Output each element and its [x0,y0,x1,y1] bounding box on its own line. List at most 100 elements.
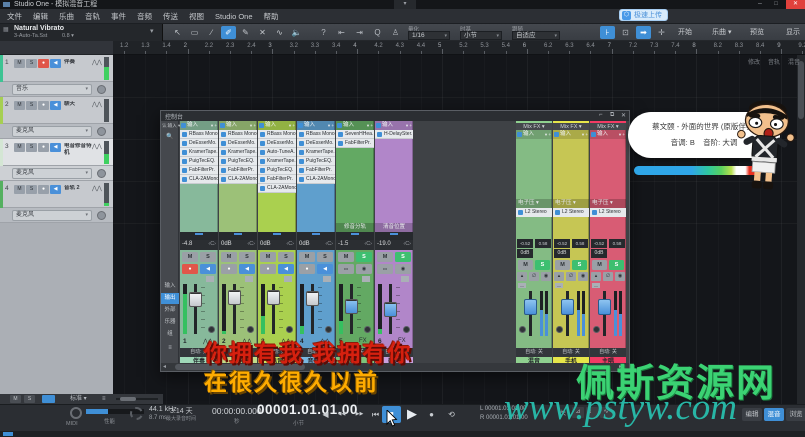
menu-item-视图[interactable]: 视图 [189,11,204,22]
console-filter[interactable]: 认:输入 ▾ [162,123,180,129]
insert-plugin[interactable]: DeEsserMo. [219,139,257,148]
channel-mute-button[interactable]: M [518,260,533,270]
insert-plugin[interactable]: DeEsserMo. [180,139,218,148]
time-display[interactable]: 00:00:00.000 [212,406,262,416]
insert-plugin[interactable]: DeEsserMo. [297,139,335,148]
insert-add-icon[interactable]: ▾ + [582,130,588,139]
channel-mute-button[interactable]: M [592,260,607,270]
insert-plugin[interactable]: FabFilterPr. [180,166,218,175]
menu-item-帮助[interactable]: 帮助 [264,11,279,22]
marker-toggle[interactable]: ✛ [654,26,669,39]
fx-link-icon[interactable]: ⚏ [377,264,393,274]
insert-plugin[interactable]: KramerTape. [297,148,335,157]
upload-badge[interactable]: ⬡ 极速上传 [619,9,668,21]
maximize-button[interactable]: □ [768,0,784,9]
channel-solo-button[interactable]: S [572,260,587,270]
channel-monitor-button[interactable]: ◀ [239,264,255,274]
bank-menu-icon[interactable]: ≡ [161,343,179,354]
fx-target-icon[interactable]: ◉ [395,264,411,274]
split-tool[interactable]: ∕ [204,26,219,39]
field-量化[interactable]: 1/16 ▾ [408,31,450,40]
follow-toggle[interactable]: ➡ [636,26,651,39]
pan-control[interactable]: ‹C› [403,241,411,247]
bank-组[interactable]: 组 [161,329,179,340]
channel-mute-button[interactable]: M [182,252,198,262]
fader-cap[interactable] [189,292,202,307]
insert-header[interactable]: 输入 ▾ + [297,121,335,130]
track-row[interactable]: 4 M S ● ◀ 音轨 2 ⋀⋀ [0,181,113,208]
volume-db-row[interactable]: -19.0 ‹C› [375,240,413,250]
track-height-mode[interactable]: 标准 ▾ [70,395,87,403]
meter-mode-icon[interactable]: ◉ [615,272,625,281]
mono-icon[interactable]: ▴ [591,272,601,281]
track-gain-knob-icon[interactable] [97,169,106,178]
insert-plugin[interactable]: FabFilterPr. [297,166,335,175]
range-tool[interactable]: ▭ [187,26,202,39]
insert-plugin[interactable]: PuigTecEQ. [219,157,257,166]
fader-cap[interactable] [561,299,574,315]
field-时基[interactable]: 小节 ▾ [460,31,502,40]
pan-control[interactable]: ‹C› [208,241,216,247]
listen-tool[interactable]: 🔈 [289,26,304,39]
insert-plugin[interactable]: KramerTape. [258,157,296,166]
field-dropdown-icon[interactable]: ▾ [554,32,557,40]
track-mute-button[interactable]: M [14,143,25,152]
insert-add-icon[interactable]: ▾ + [211,121,217,130]
edit-panel-button[interactable]: 编辑 [742,408,762,421]
insert-plugin[interactable]: Auto-TuneA. [258,148,296,157]
pan-knob-icon[interactable] [403,326,410,333]
channel-solo-button[interactable]: S [278,252,294,262]
insert-plugin[interactable]: KramerTape. [219,148,257,157]
insert-header[interactable]: 输入 ▾ + [180,121,218,130]
channel-strip[interactable]: 输入 ▾ + RBass Mono DeEsserMo. KramerTape. Puig… [180,121,218,367]
right-tab-音轨[interactable]: 音轨 [768,57,780,66]
fast-forward-button[interactable]: ▶▶ [352,408,367,421]
insert-plugin[interactable]: CLA-2AMono [297,175,335,184]
insert-add-icon[interactable]: ▾ + [328,121,334,130]
mono-icon[interactable]: ▴ [554,272,564,281]
channel-mute-button[interactable]: M [338,252,354,262]
field-dropdown-icon[interactable]: ▾ [444,32,447,40]
track-gain-knob-icon[interactable] [97,127,106,136]
console-window[interactable]: 控制台 ⌐ ⧉ ✕ 认:输入 ▾ 🔍 输入 输出 外部 乐器组 ≡ 输入 ▾ + RBass Mono De… [160,110,630,372]
mix-panel-button[interactable]: 混音 [764,408,784,421]
insert-plugin[interactable]: CLA-2AMono [258,184,296,193]
pan-knob-icon[interactable] [519,326,526,333]
meter-mode-icon[interactable]: ◉ [578,272,588,281]
mixfx-header[interactable]: Mix FX ▾ [590,121,626,130]
mixfx-header[interactable]: Mix FX ▾ [516,121,552,130]
insert-add-icon[interactable]: ▾ + [367,121,373,130]
right-tab-修改[interactable]: 修改 [748,57,760,66]
track-record-button[interactable]: ● [38,185,49,194]
channel-solo-button[interactable]: S [395,252,411,262]
pan-control[interactable]: ‹C› [247,241,255,247]
detach-icon[interactable]: ⧉ [610,112,614,119]
track-record-button[interactable]: ● [38,59,49,68]
channel-solo-button[interactable]: S [356,252,372,262]
channel-strip[interactable]: Mix FX ▾ 输入 ▾ + 电子压 ▾ L2 Stereo -0.52 0.58 0dB M… [516,121,552,367]
close-icon[interactable]: ✕ [621,112,626,119]
track-solo-button[interactable]: S [26,185,37,194]
insert-header[interactable]: 输入 ▾ + [219,121,257,130]
pan-control[interactable]: ‹C› [325,241,333,247]
mono-icon[interactable]: ▴ [517,272,527,281]
channel-mute-button[interactable]: M [260,252,276,262]
search-icon[interactable]: 🔍 [166,133,173,140]
channel-mute-button[interactable]: M [377,252,393,262]
link-square[interactable] [323,276,331,282]
record-button[interactable]: ● [424,408,439,421]
track-monitor-button[interactable]: ◀ [50,143,61,152]
macro-dropdown-icon[interactable]: ▾ [150,27,154,35]
pan-knob-icon[interactable] [364,326,371,333]
insert-plugin[interactable]: PuigTecEQ. [258,166,296,175]
post-section-label[interactable]: 电子压 ▾ [590,199,626,208]
snap-end-icon[interactable]: ⇥ [352,26,367,39]
link-square[interactable] [284,276,292,282]
channel-monitor-button[interactable]: ◀ [200,264,216,274]
fader-cap[interactable] [228,290,241,305]
insert-add-icon[interactable]: ▾ + [289,121,295,130]
loop-button[interactable]: ⟲ [444,408,459,421]
fader-cap[interactable] [345,299,358,314]
channel-strip[interactable]: 输入 ▾ + H-DelaySter. 清音位置 -19.0 ‹C› M S ⚏ ◉ 6 FX 自动: … [375,121,413,367]
pan-knob-icon[interactable] [593,326,600,333]
